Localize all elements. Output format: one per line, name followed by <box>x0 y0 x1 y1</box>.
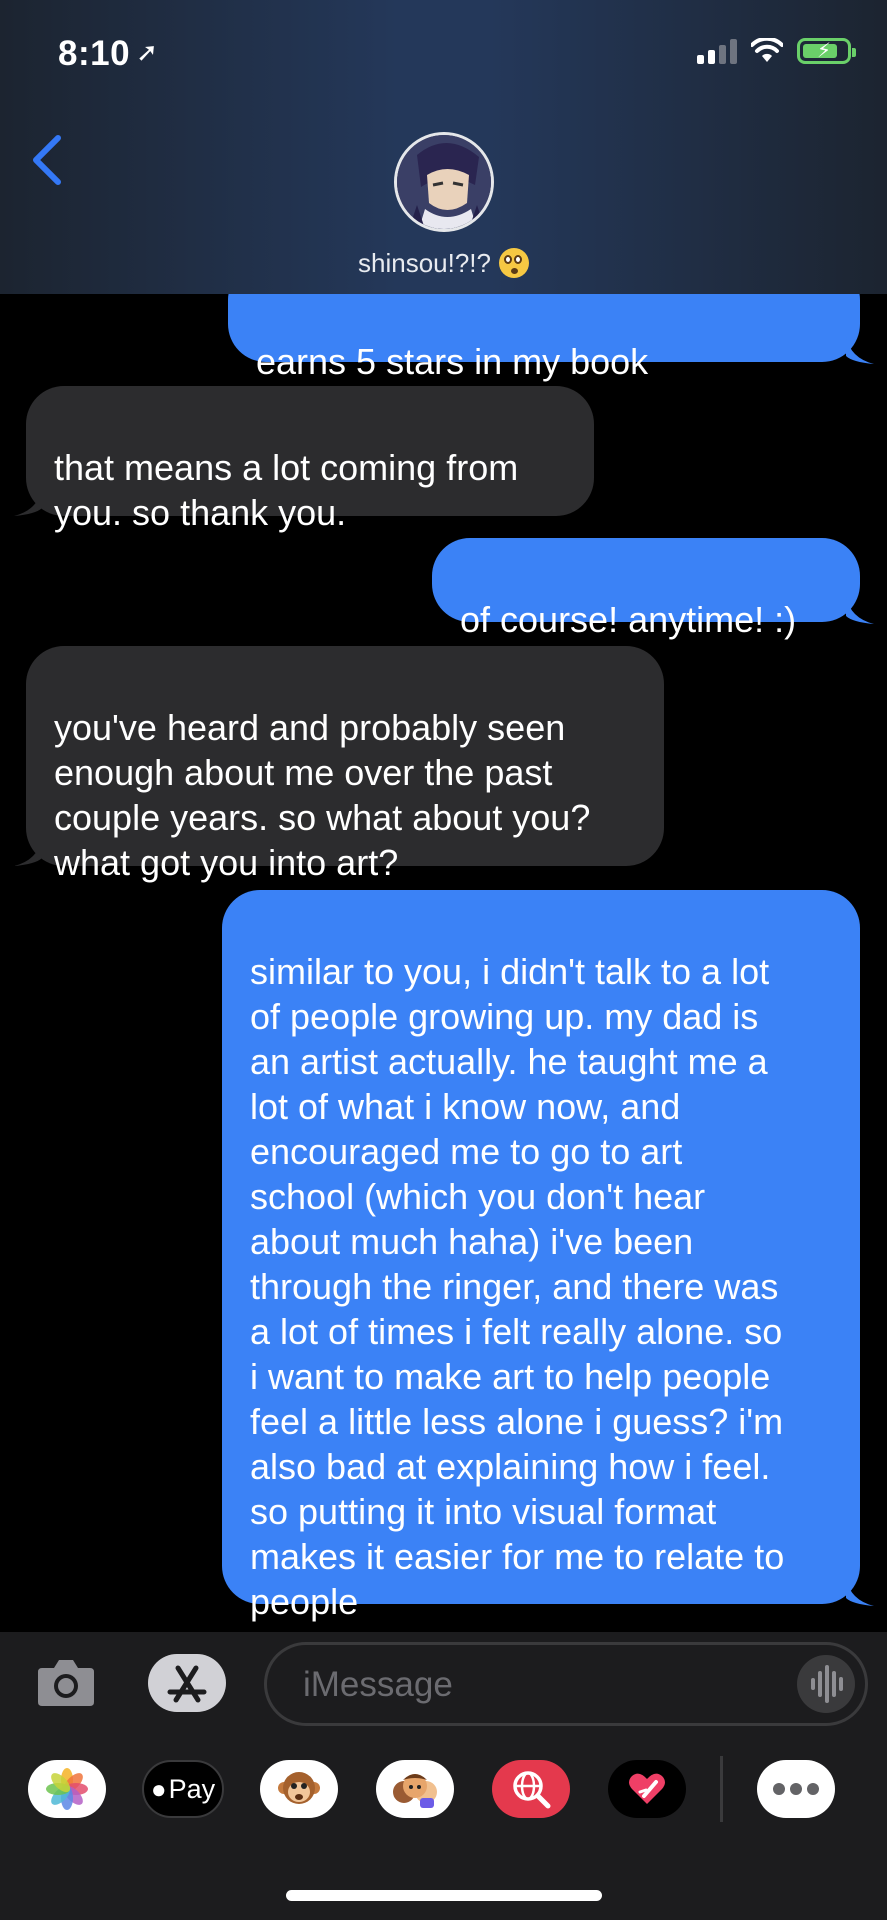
monkey-animoji-icon <box>278 1772 320 1804</box>
status-time: 8:10 ➚ <box>58 34 158 74</box>
flushed-face-icon <box>498 248 529 278</box>
imessage-app-drawer: ● Pay <box>0 1760 887 1830</box>
more-apps-button[interactable] <box>757 1760 835 1818</box>
back-chevron-icon[interactable] <box>28 132 68 188</box>
audio-record-button[interactable] <box>797 1655 855 1713</box>
heart-touch-icon <box>629 1773 665 1804</box>
app-store-icon <box>167 1665 207 1703</box>
message-input[interactable] <box>303 1663 743 1707</box>
bubble-tail <box>846 1578 874 1606</box>
message-text: of course! anytime! :) <box>460 599 797 640</box>
status-time-label: 8:10 <box>58 34 131 73</box>
message-bubble-sent[interactable]: of course! anytime! :) <box>432 538 860 640</box>
message-bubble-sent[interactable]: similar to you, i didn't talk to a lot o… <box>222 890 860 1622</box>
contact-avatar[interactable] <box>394 132 494 232</box>
conversation-header: 8:10 ➚ ⚡ shinsou!?!? <box>0 0 887 294</box>
waveform-icon <box>811 1665 843 1703</box>
bubble-tail <box>846 596 874 624</box>
app-store-button[interactable] <box>148 1654 226 1712</box>
message-bubble-received[interactable]: that means a lot coming from you. so tha… <box>26 386 594 533</box>
apple-pay-button[interactable]: ● Pay <box>142 1760 224 1818</box>
bubble-tail <box>846 336 874 364</box>
battery-charging-icon: ⚡ <box>797 38 856 64</box>
cellular-signal-icon <box>697 38 737 64</box>
memoji-icon <box>393 1774 437 1808</box>
message-text: earns 5 stars in my book <box>256 341 649 382</box>
app-drawer-divider <box>720 1756 723 1822</box>
message-input-field[interactable] <box>264 1642 868 1726</box>
animoji-button[interactable] <box>260 1760 338 1818</box>
message-text: that means a lot coming from you. so tha… <box>54 447 519 533</box>
globe-search-icon <box>513 1771 551 1809</box>
camera-icon[interactable] <box>36 1656 96 1708</box>
home-indicator[interactable] <box>286 1890 602 1901</box>
wifi-icon <box>751 38 783 62</box>
status-indicators: ⚡ <box>697 38 856 64</box>
contact-name[interactable]: shinsou!?!? <box>0 248 887 279</box>
location-arrow-icon: ➚ <box>136 37 159 67</box>
web-images-button[interactable] <box>492 1760 570 1818</box>
digital-touch-button[interactable] <box>608 1760 686 1818</box>
ellipsis-icon <box>773 1783 819 1795</box>
memoji-button[interactable] <box>376 1760 454 1818</box>
bubble-tail <box>14 488 42 516</box>
contact-avatar-image <box>397 135 491 229</box>
apple-pay-label: Pay <box>168 1773 216 1804</box>
bubble-tail <box>14 838 42 866</box>
photos-icon <box>46 1768 88 1810</box>
contact-name-label: shinsou!?!? <box>358 248 491 278</box>
message-bubble-received[interactable]: you've heard and probably seen enough ab… <box>26 646 664 883</box>
message-text: similar to you, i didn't talk to a lot o… <box>250 951 785 1622</box>
apple-icon: ● <box>150 1773 167 1804</box>
message-text: you've heard and probably seen enough ab… <box>54 707 591 883</box>
photos-app-button[interactable] <box>28 1760 106 1818</box>
